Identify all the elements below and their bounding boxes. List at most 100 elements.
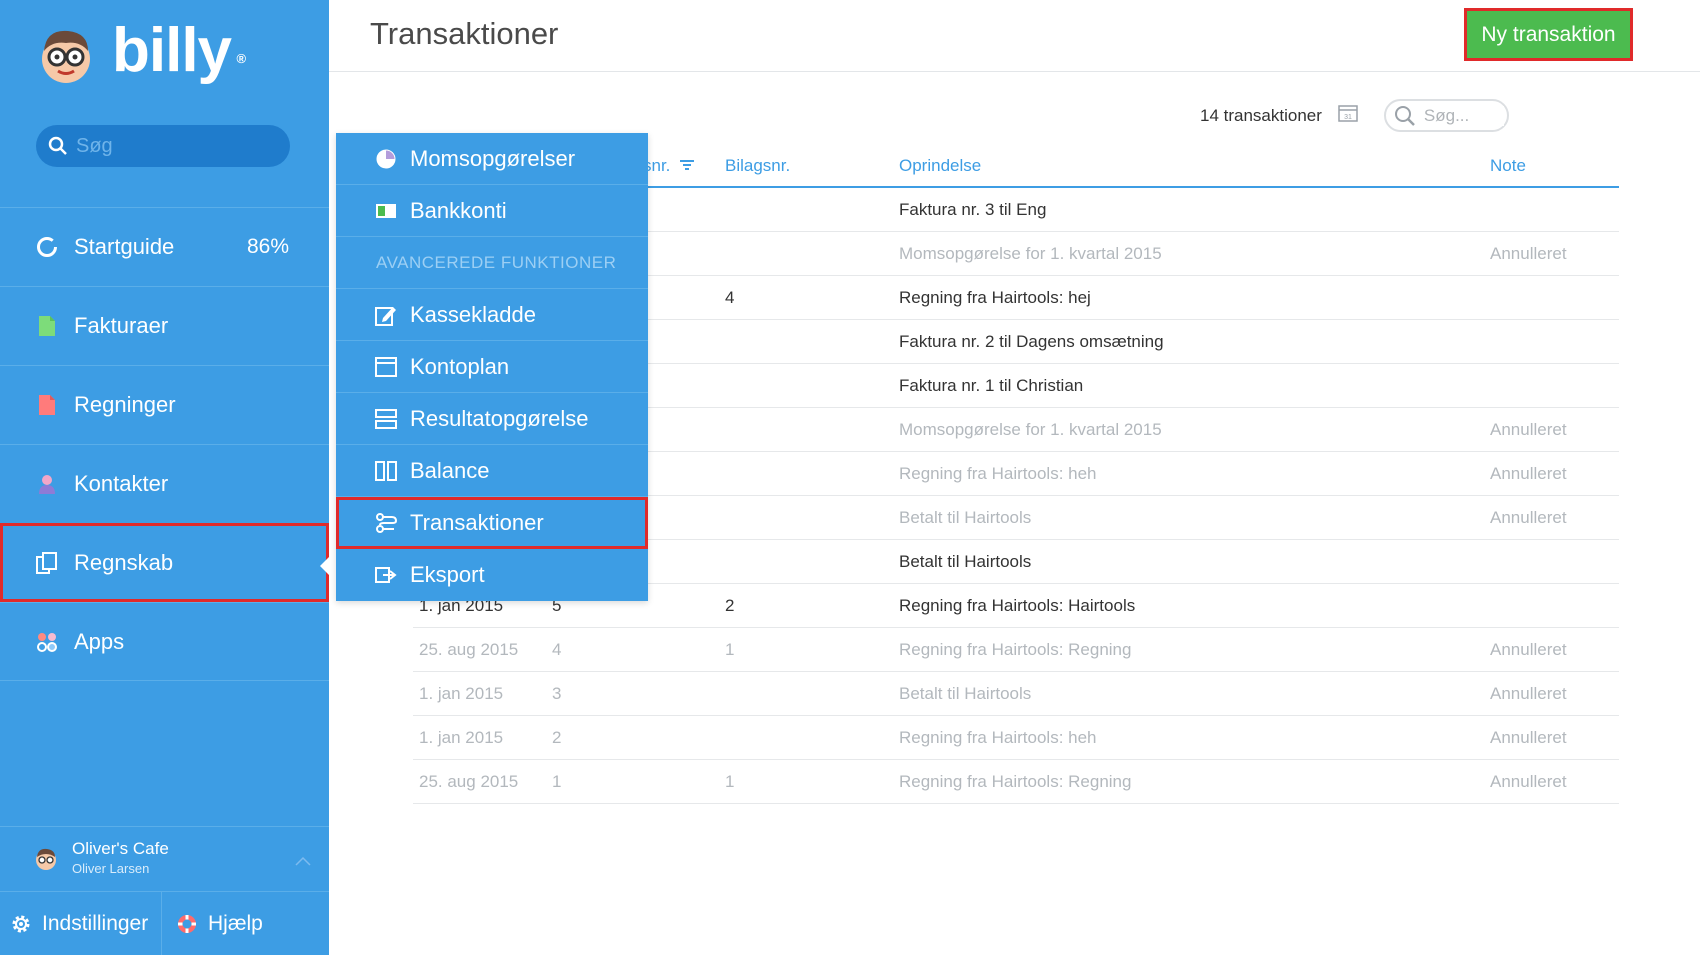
export-icon — [374, 563, 398, 587]
cell-origin: Momsopgørelse for 1. kvartal 2015 — [899, 244, 1162, 263]
menu-item-eksport[interactable]: Eksport — [336, 549, 648, 601]
transaction-search-input[interactable] — [1423, 105, 1504, 126]
help-button[interactable]: Hjælp — [162, 892, 263, 955]
cell-origin: Regning fra Hairtools: Hairtools — [899, 596, 1136, 615]
column-header-number[interactable]: snr. — [643, 156, 695, 176]
search-icon — [48, 136, 67, 155]
page-title: Transaktioner — [370, 16, 559, 51]
table-row[interactable]: 1. jan 2015 2 Regning fra Hairtools: heh An… — [413, 716, 1619, 760]
cell-origin: Betalt til Hairtools — [899, 552, 1032, 571]
menu-item-label: Momsopgørelser — [410, 145, 576, 171]
cell-bilag: 2 — [725, 596, 735, 615]
organization-switcher[interactable]: Oliver's Cafe Oliver Larsen — [0, 826, 329, 891]
sidebar-search-input[interactable] — [76, 134, 276, 158]
menu-item-label: Kassekladde — [410, 301, 536, 327]
transaction-search[interactable] — [1383, 99, 1509, 132]
column-header-note[interactable]: Note — [1490, 156, 1526, 176]
calendar-day: 31 — [1344, 114, 1352, 121]
cell-origin: Regning fra Hairtools: heh — [899, 464, 1097, 483]
cell-date: 1. jan 2015 — [419, 684, 504, 703]
cell-origin: Betalt til Hairtools — [899, 508, 1032, 527]
balance-icon — [374, 459, 398, 483]
cell-origin: Regning fra Hairtools: hej — [899, 288, 1091, 307]
menu-item-transaktioner[interactable]: Transaktioner — [336, 497, 648, 549]
organization-name: Oliver's Cafe — [72, 839, 169, 858]
sidebar-item-fakturaer[interactable]: Fakturaer — [0, 286, 329, 365]
calendar-icon[interactable]: 31 — [1338, 104, 1358, 127]
cell-origin: Regning fra Hairtools: Regning — [899, 640, 1132, 659]
sidebar-item-regnskab[interactable]: Regnskab — [0, 523, 330, 602]
chart-of-accounts-icon — [374, 355, 398, 379]
cell-origin: Momsopgørelse for 1. kvartal 2015 — [899, 420, 1162, 439]
cell-note: Annulleret — [1490, 684, 1567, 703]
pie-chart-icon — [374, 147, 398, 171]
contact-icon — [34, 471, 60, 497]
sidebar-item-label: Regnskab — [74, 550, 174, 575]
cell-origin: Faktura nr. 2 til Dagens omsætning — [899, 332, 1164, 351]
cell-origin: Faktura nr. 3 til Eng — [899, 200, 1047, 219]
menu-item-label: Bankkonti — [410, 197, 507, 223]
cell-number: 3 — [552, 684, 562, 703]
list-toolbar: 14 transaktioner 31 — [1200, 99, 1509, 132]
registered-mark: ® — [236, 51, 246, 66]
menu-item-kassekladde[interactable]: Kassekladde — [336, 289, 648, 341]
chevron-up-icon[interactable] — [295, 853, 311, 871]
table-row[interactable]: 25. aug 2015 4 1 Regning fra Hairtools: Reg… — [413, 628, 1619, 672]
sidebar-item-apps[interactable]: Apps — [0, 602, 329, 681]
transactions-icon — [374, 511, 398, 535]
menu-item-momsopgørelser[interactable]: Momsopgørelser — [336, 133, 648, 185]
cell-number: 2 — [552, 728, 562, 747]
sidebar-item-kontakter[interactable]: Kontakter — [0, 444, 329, 523]
gear-icon — [12, 915, 30, 933]
cell-bilag: 1 — [725, 640, 735, 659]
menu-item-label: Kontoplan — [410, 353, 510, 379]
menu-item-label: Resultatopgørelse — [410, 405, 589, 431]
menu-item-bankkonti[interactable]: Bankkonti — [336, 185, 648, 237]
income-statement-icon — [374, 407, 398, 431]
table-row[interactable]: 1. jan 2015 3 Betalt til Hairtools Annuller… — [413, 672, 1619, 716]
transaction-count: 14 transaktioner — [1200, 105, 1322, 125]
table-row[interactable]: 25. aug 2015 1 1 Regning fra Hairtools: Reg… — [413, 760, 1619, 804]
sort-icon — [680, 160, 695, 170]
cell-note: Annulleret — [1490, 728, 1567, 747]
new-transaction-button[interactable]: Ny transaktion — [1464, 8, 1633, 61]
startguide-progress: 86% — [246, 235, 289, 258]
logo[interactable]: billy ® — [36, 20, 246, 86]
cell-note: Annulleret — [1490, 772, 1567, 791]
menu-item-label: Balance — [410, 457, 490, 483]
menu-item-label: Transaktioner — [410, 509, 544, 535]
menu-item-balance[interactable]: Balance — [336, 445, 648, 497]
billy-mascot-icon — [36, 25, 96, 85]
bill-icon — [34, 392, 60, 418]
invoice-icon — [34, 313, 60, 339]
settings-label: Indstillinger — [42, 912, 149, 935]
sidebar-item-label: Apps — [74, 628, 125, 654]
edit-icon — [374, 303, 398, 327]
accounting-icon — [34, 550, 60, 576]
sidebar-item-label: Fakturaer — [74, 313, 169, 338]
column-header-bilag[interactable]: Bilagsnr. — [725, 156, 790, 176]
sidebar-footer: Indstillinger Hjælp — [0, 891, 329, 955]
cell-note: Annulleret — [1490, 244, 1567, 263]
brand-name: billy ® — [112, 20, 246, 82]
bank-icon — [374, 199, 398, 223]
cell-note: Annulleret — [1490, 420, 1567, 439]
avatar — [34, 847, 58, 871]
search-icon — [1394, 105, 1415, 126]
settings-button[interactable]: Indstillinger — [0, 892, 162, 955]
sidebar-item-startguide[interactable]: Startguide 86% — [0, 207, 329, 286]
cell-note: Annulleret — [1490, 464, 1567, 483]
sidebar-item-label: Kontakter — [74, 471, 169, 496]
sidebar-item-regninger[interactable]: Regninger — [0, 365, 329, 444]
user-name: Oliver Larsen — [72, 861, 150, 876]
column-header-origin[interactable]: Oprindelse — [899, 156, 981, 176]
menu-item-kontoplan[interactable]: Kontoplan — [336, 341, 648, 393]
sidebar-item-label: Regninger — [74, 392, 176, 417]
cell-note: Annulleret — [1490, 640, 1567, 659]
cell-date: 1. jan 2015 — [419, 728, 504, 747]
sidebar-nav: Startguide 86% Fakturaer Regninger Konta… — [0, 207, 330, 681]
menu-item-resultatopgørelse[interactable]: Resultatopgørelse — [336, 393, 648, 445]
cell-origin: Betalt til Hairtools — [899, 684, 1032, 703]
sidebar-search[interactable] — [36, 125, 290, 167]
sidebar-item-label: Startguide — [74, 234, 175, 259]
